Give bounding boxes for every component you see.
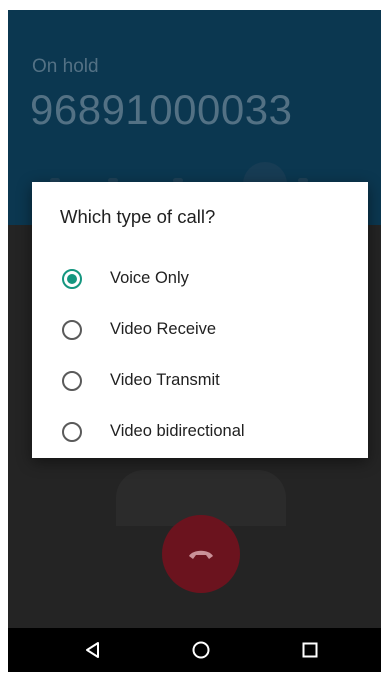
option-label: Video Receive [110, 320, 217, 338]
radio-video-receive[interactable] [62, 320, 82, 340]
option-video-transmit[interactable]: Video Transmit [32, 356, 368, 406]
option-video-receive[interactable]: Video Receive [32, 305, 368, 355]
recents-button[interactable] [295, 636, 325, 664]
radio-video-bidirectional[interactable] [62, 422, 82, 442]
phone-screen: On hold 96891000033 Which type of call? … [8, 10, 381, 672]
call-type-dialog: Which type of call? Voice Only Video Rec… [32, 182, 368, 458]
option-label: Voice Only [110, 269, 189, 287]
option-label: Video bidirectional [110, 422, 245, 440]
home-circle-icon [192, 641, 210, 659]
dialog-title: Which type of call? [60, 206, 216, 227]
radio-voice-only[interactable] [62, 269, 82, 289]
option-label: Video Transmit [110, 371, 220, 389]
back-button[interactable] [78, 636, 108, 664]
back-triangle-icon [86, 642, 99, 658]
option-voice-only[interactable]: Voice Only [32, 254, 368, 304]
option-video-bidirectional[interactable]: Video bidirectional [32, 407, 368, 457]
home-button[interactable] [186, 636, 216, 664]
radio-video-transmit[interactable] [62, 371, 82, 391]
navigation-bar [8, 628, 381, 672]
recents-square-icon [302, 642, 318, 658]
